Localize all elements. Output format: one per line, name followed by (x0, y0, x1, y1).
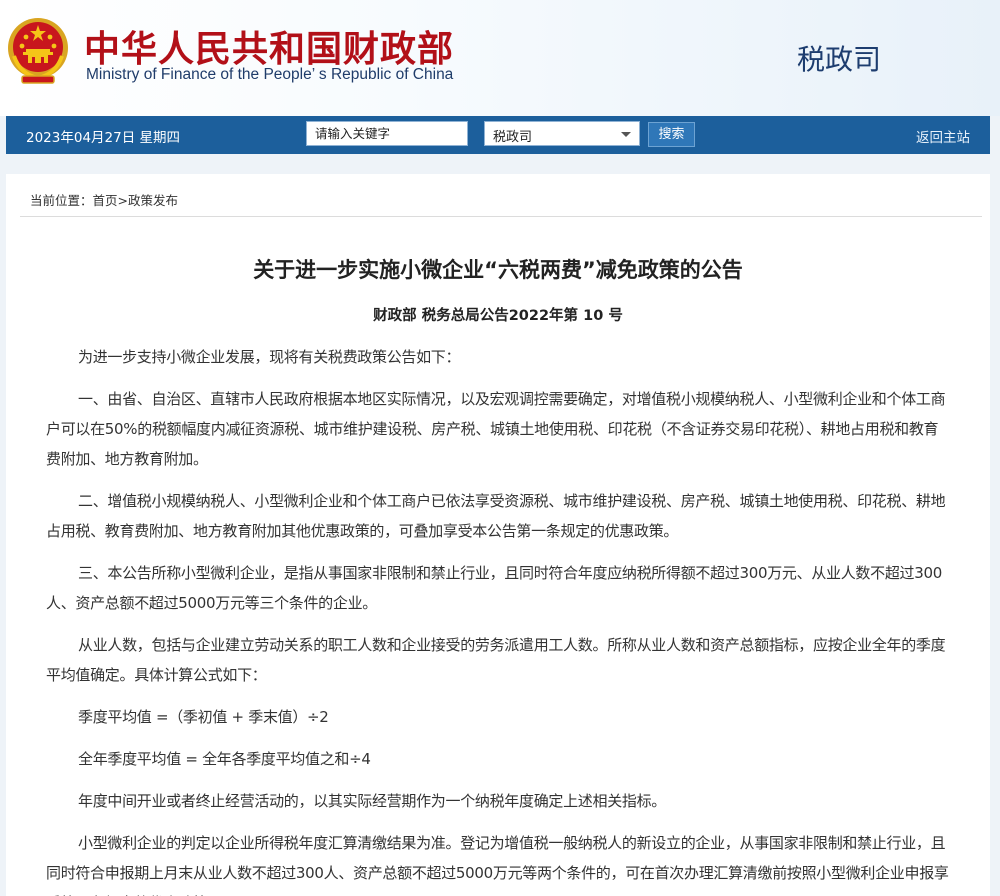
article-title: 关于进一步实施小微企业“六税两费”减免政策的公告 (253, 258, 743, 282)
nav-bar: 2023年04月27日 星期四 税政司 搜索 返回主站 (6, 116, 990, 154)
breadcrumb: 当前位置：首页>政策发布 (30, 190, 178, 209)
department-select[interactable]: 税政司 (484, 121, 640, 146)
breadcrumb-section-link[interactable]: 政策发布 (128, 193, 178, 208)
paragraph: 一、由省、自治区、直辖市人民政府根据本地区实际情况，以及宏观调控需要确定，对增值… (46, 390, 946, 468)
paragraph: 全年季度平均值 = 全年各季度平均值之和÷4 (78, 750, 371, 768)
paragraph: 季度平均值 =（季初值 + 季末值）÷2 (78, 708, 329, 726)
article-container: 当前位置：首页>政策发布 关于进一步实施小微企业“六税两费”减免政策的公告 财政… (6, 174, 990, 896)
current-date: 2023年04月27日 星期四 (26, 130, 181, 146)
paragraph: 二、增值税小规模纳税人、小型微利企业和个体工商户已依法享受资源税、城市维护建设税… (46, 492, 946, 540)
site-header: 中华人民共和国财政部 Ministry of Finance of the Pe… (0, 0, 1000, 116)
paragraph: 年度中间开业或者终止经营活动的，以其实际经营期作为一个纳税年度确定上述相关指标。 (78, 792, 667, 810)
breadcrumb-separator: > (117, 193, 129, 208)
article-body: 为进一步支持小微企业发展，现将有关税费政策公告如下： 一、由省、自治区、直辖市人… (46, 342, 952, 896)
national-emblem-icon (8, 18, 68, 84)
paragraph: 从业人数，包括与企业建立劳动关系的职工人数和企业接受的劳务派遣用工人数。所称从业… (46, 636, 946, 684)
ministry-name-cn: 中华人民共和国财政部 (84, 29, 455, 70)
breadcrumb-prefix: 当前位置： (30, 193, 93, 208)
paragraph: 小型微利企业的判定以企业所得税年度汇算清缴结果为准。登记为增值税一般纳税人的新设… (46, 834, 949, 896)
document-number: 财政部 税务总局公告2022年第 10 号 (373, 308, 623, 324)
department-select-value: 税政司 (493, 130, 533, 145)
divider (20, 216, 982, 217)
paragraph: 为进一步支持小微企业发展，现将有关税费政策公告如下： (78, 348, 461, 366)
department-name: 税政司 (797, 43, 882, 76)
paragraph: 三、本公告所称小型微利企业，是指从事国家非限制和禁止行业，且同时符合年度应纳税所… (46, 564, 942, 612)
return-home-link[interactable]: 返回主站 (916, 126, 970, 146)
chevron-down-icon (621, 132, 631, 137)
search-button[interactable]: 搜索 (648, 122, 695, 147)
ministry-name-en: Ministry of Finance of the People’ s Rep… (86, 66, 454, 83)
breadcrumb-home-link[interactable]: 首页 (93, 193, 118, 208)
search-input[interactable] (306, 121, 468, 146)
